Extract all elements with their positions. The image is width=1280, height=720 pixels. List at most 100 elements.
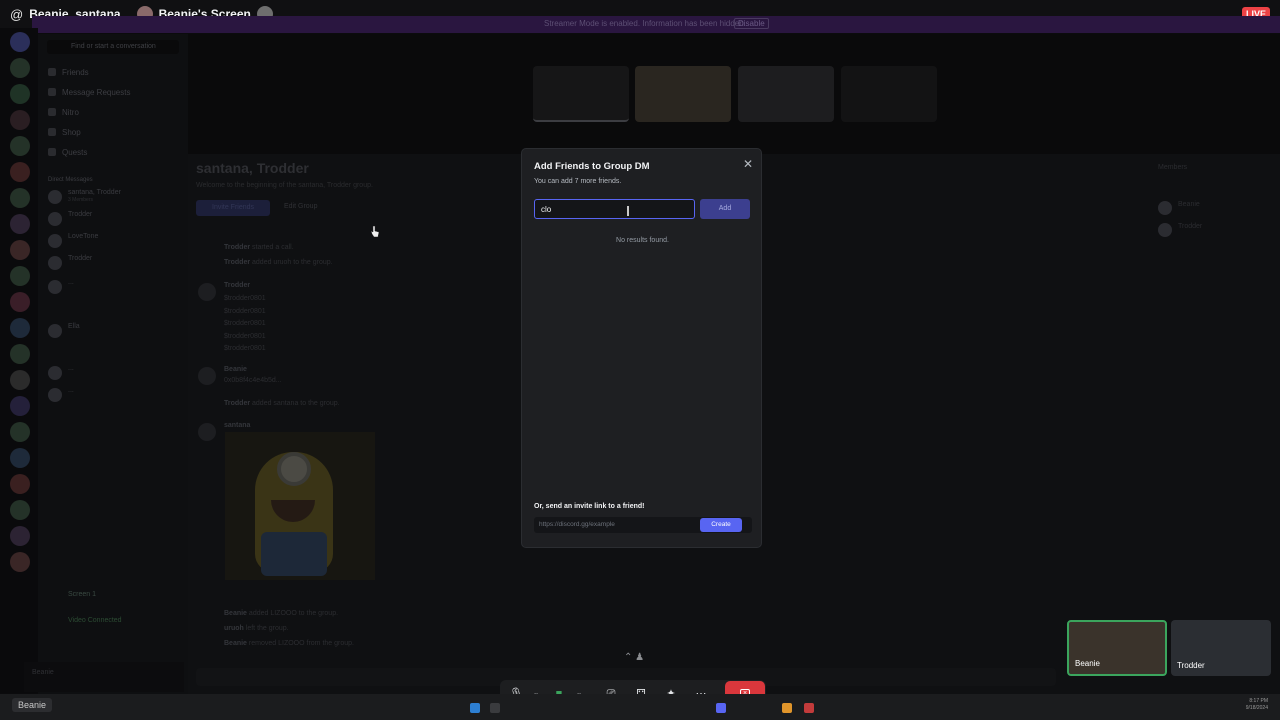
dm-item[interactable]: Trodder	[46, 210, 182, 228]
server-icon[interactable]	[10, 292, 30, 312]
member-item[interactable]: Beanie	[1158, 200, 1258, 216]
video-tile[interactable]: Beanie	[1067, 620, 1167, 676]
search-icon[interactable]	[490, 703, 500, 713]
avatar	[48, 256, 62, 270]
message: Trodder	[224, 282, 251, 289]
home-icon[interactable]	[10, 32, 30, 52]
dm-at-icon: @	[10, 6, 24, 22]
server-icon[interactable]	[10, 318, 30, 338]
server-icon[interactable]	[10, 188, 30, 208]
voice-status: Video Connected	[68, 617, 122, 624]
server-icon[interactable]	[10, 422, 30, 442]
server-icon[interactable]	[10, 500, 30, 520]
message-text: $trodder0801 $trodder0801 $trodder0801 $tro…	[224, 295, 266, 353]
video-tile-name: Beanie	[1075, 659, 1100, 668]
server-icon[interactable]	[10, 448, 30, 468]
server-icon[interactable]	[10, 526, 30, 546]
add-friends-modal: Add Friends to Group DM You can add 7 mo…	[521, 148, 762, 548]
modal-subtitle: You can add 7 more friends.	[534, 178, 622, 185]
avatar	[48, 324, 62, 338]
server-icon[interactable]	[10, 214, 30, 234]
message: Beanie	[224, 366, 247, 373]
dm-item[interactable]: Trodder	[46, 254, 182, 272]
video-tile-name: Trodder	[1177, 661, 1205, 670]
user-name: Beanie	[32, 669, 54, 676]
dm-item[interactable]: ...	[46, 364, 182, 382]
user-panel: Beanie	[24, 662, 184, 692]
stream-thumbnail[interactable]	[738, 66, 834, 122]
nav-shop[interactable]: Shop	[48, 128, 81, 137]
avatar	[48, 212, 62, 226]
invite-friends-button[interactable]: Invite Friends	[196, 200, 270, 216]
dm-item[interactable]: ...	[46, 386, 182, 404]
server-icon[interactable]	[10, 110, 30, 130]
invite-link-heading: Or, send an invite link to a friend!	[534, 503, 645, 510]
envelope-icon	[48, 88, 56, 96]
server-icon[interactable]	[10, 162, 30, 182]
server-icon[interactable]	[10, 84, 30, 104]
server-icon[interactable]	[10, 344, 30, 364]
quests-icon	[48, 148, 56, 156]
invite-link-text: https://discord.gg/example	[539, 521, 615, 528]
shop-icon	[48, 128, 56, 136]
dm-item[interactable]: LoveTone	[46, 232, 182, 250]
app-icon[interactable]	[782, 703, 792, 713]
avatar	[48, 280, 62, 294]
text-cursor-icon	[627, 206, 629, 216]
system-message: Beanie added LIZOOO to the group.	[224, 610, 339, 617]
voice-screen-item[interactable]: Screen 1	[46, 590, 182, 608]
avatar	[198, 367, 216, 385]
avatar	[48, 190, 62, 204]
server-icon[interactable]	[10, 396, 30, 416]
no-results-text: No results found.	[616, 237, 669, 244]
system-message: Beanie removed LIZOOO from the group.	[224, 640, 354, 647]
chat-title: santana, Trodder	[196, 160, 309, 176]
dm-item[interactable]: ...	[46, 278, 182, 296]
nav-message-requests[interactable]: Message Requests	[48, 88, 130, 97]
server-icon[interactable]	[10, 266, 30, 286]
modal-title: Add Friends to Group DM	[534, 161, 650, 172]
member-list-header: Members	[1158, 164, 1188, 171]
server-icon[interactable]	[10, 58, 30, 78]
stream-thumbnail[interactable]	[533, 66, 629, 122]
dm-item[interactable]: santana, Trodder 3 Members	[46, 188, 182, 206]
stream-thumbnail[interactable]	[841, 66, 937, 122]
add-button[interactable]: Add	[700, 199, 750, 219]
edit-group-button[interactable]: Edit Group	[284, 203, 317, 210]
avatar	[198, 283, 216, 301]
dm-section-header: Direct Messages	[48, 177, 93, 183]
app-icon[interactable]	[804, 703, 814, 713]
disable-streamer-mode-button[interactable]: Disable	[734, 18, 769, 29]
streamer-mode-notice: Streamer Mode is enabled. Information ha…	[32, 16, 1280, 33]
member-item[interactable]: Trodder	[1158, 222, 1258, 238]
system-message: uruoh left the group.	[224, 625, 289, 632]
nav-quests[interactable]: Quests	[48, 148, 87, 157]
server-icon[interactable]	[10, 474, 30, 494]
avatar	[1158, 223, 1172, 237]
find-conversation-input[interactable]: Find or start a conversation	[47, 40, 179, 54]
avatar	[48, 234, 62, 248]
stream-thumbnail[interactable]	[635, 66, 731, 122]
hand-cursor-icon	[371, 226, 379, 237]
server-list	[0, 28, 38, 693]
close-icon[interactable]: ✕	[741, 157, 755, 171]
streamer-mode-text: Streamer Mode is enabled. Information ha…	[544, 19, 746, 28]
server-icon[interactable]	[10, 240, 30, 260]
start-icon[interactable]	[470, 703, 480, 713]
create-link-button[interactable]: Create	[700, 518, 742, 532]
nav-friends[interactable]: Friends	[48, 68, 89, 77]
friend-search-input[interactable]	[534, 199, 695, 219]
expand-icon[interactable]: ⌃ ♟	[624, 652, 664, 668]
server-icon[interactable]	[10, 552, 30, 572]
os-taskbar: Beanie	[0, 694, 1280, 720]
video-tile[interactable]: Trodder	[1171, 620, 1271, 676]
friends-icon	[48, 68, 56, 76]
dm-sidebar: Find or start a conversation Friends Mes…	[38, 34, 188, 694]
discord-icon[interactable]	[716, 703, 726, 713]
server-icon[interactable]	[10, 370, 30, 390]
taskbar-label[interactable]: Beanie	[12, 698, 53, 712]
dm-item[interactable]: Ella	[46, 322, 182, 340]
server-icon[interactable]	[10, 136, 30, 156]
avatar	[198, 423, 216, 441]
nav-nitro[interactable]: Nitro	[48, 108, 79, 117]
